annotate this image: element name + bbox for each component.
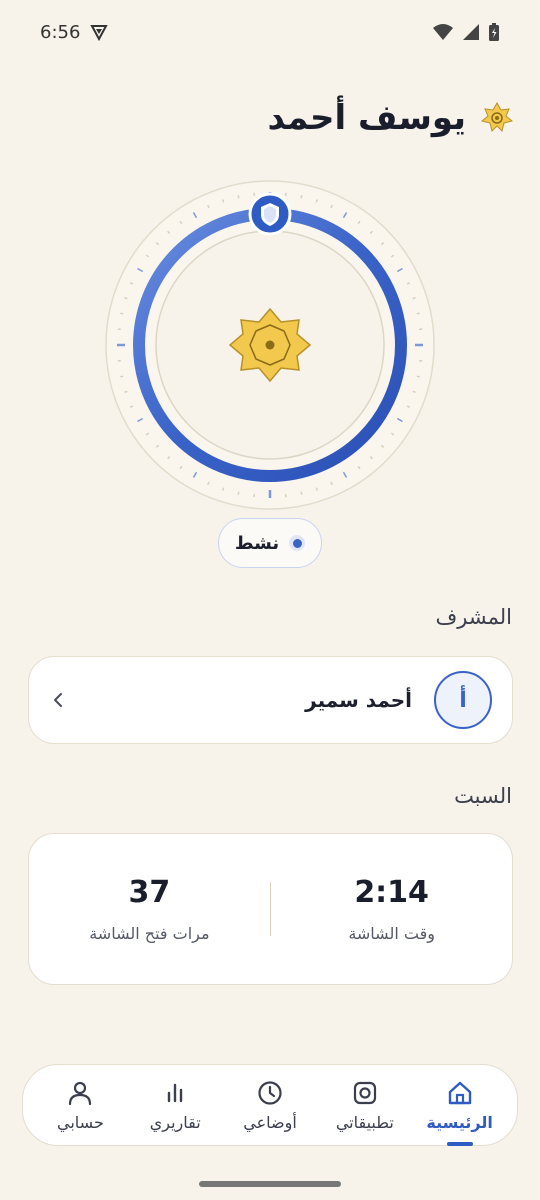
battery-icon [489,23,499,41]
ring-graphic [105,180,435,510]
status-dot-icon [289,535,306,551]
center-star-icon [228,307,312,383]
person-icon [69,1081,92,1105]
nav-apps-label: تطبيقاتي [335,1112,394,1132]
ring-shield-marker [248,192,292,236]
avatar-letter: أ [459,687,467,713]
nav-home-label: الرئيسية [426,1112,493,1132]
bottom-nav: الرئيسية تطبيقاتي أوضاعي تقاريري حسابي [22,1064,518,1146]
home-icon [448,1081,471,1104]
unlocks-stat: 37 مرات فتح الشاشة [29,834,270,984]
bar-chart-icon [168,1083,183,1102]
dial-tick [416,312,420,315]
nav-modes-label: أوضاعي [243,1112,297,1132]
signal-icon [463,24,479,40]
nav-reports-label: تقاريري [149,1112,201,1132]
stats-divider [269,882,272,936]
dial-tick [237,195,240,199]
unlocks-label: مرات فتح الشاشة [89,924,210,943]
day-stats-card[interactable]: 2:14 وقت الشاشة 37 مرات فتح الشاشة [28,833,513,985]
nav-apps[interactable]: تطبيقاتي [320,1079,410,1132]
day-section-title: السبت [454,784,512,808]
dial-tick [120,375,124,378]
supervisor-name: أحمد سمير [305,688,412,712]
wifi-icon [433,24,453,40]
gesture-home-bar[interactable] [199,1181,341,1187]
clock-icon [258,1080,282,1105]
supervisor-card[interactable]: أ أحمد سمير [28,656,513,744]
dial-tick [412,297,416,300]
screen-time-stat: 2:14 وقت الشاشة [271,834,512,984]
dial-tick [222,199,225,203]
dial-tick [237,491,240,495]
status-pill[interactable]: نشط [218,518,322,568]
dial-tick [412,390,416,393]
header: يوسف أحمد [26,92,514,144]
screen-time-value: 2:14 [354,875,429,910]
dial-tick [315,487,318,491]
nav-home[interactable]: الرئيسية [415,1079,505,1146]
dial-tick [300,195,303,199]
dial-tick [120,312,124,315]
nav-account[interactable]: حسابي [35,1079,125,1132]
nav-account-label: حسابي [57,1112,104,1132]
dial-tick [124,390,128,393]
nav-reports[interactable]: تقاريري [130,1079,220,1132]
chevron-left-icon [54,693,62,707]
dial-tick [315,199,318,203]
nav-active-indicator [446,1141,473,1146]
avatar: أ [434,671,492,729]
screen-time-ring [100,175,440,515]
nav-modes[interactable]: أوضاعي [225,1079,315,1132]
status-label: نشط [234,532,280,554]
unlocks-value: 37 [128,875,171,910]
star-badge-icon [480,101,514,132]
child-name: يوسف أحمد [267,98,466,138]
dial-tick [416,375,420,378]
apps-icon [353,1081,376,1104]
screen-time-label: وقت الشاشة [348,924,435,943]
vpn-shield-icon [90,25,109,41]
dial-tick [300,491,303,495]
status-bar: 6:56 [0,0,540,64]
clock: 6:56 [40,21,81,43]
supervisor-section-title: المشرف [435,605,512,629]
dial-tick [124,297,128,300]
dial-tick [222,487,225,491]
